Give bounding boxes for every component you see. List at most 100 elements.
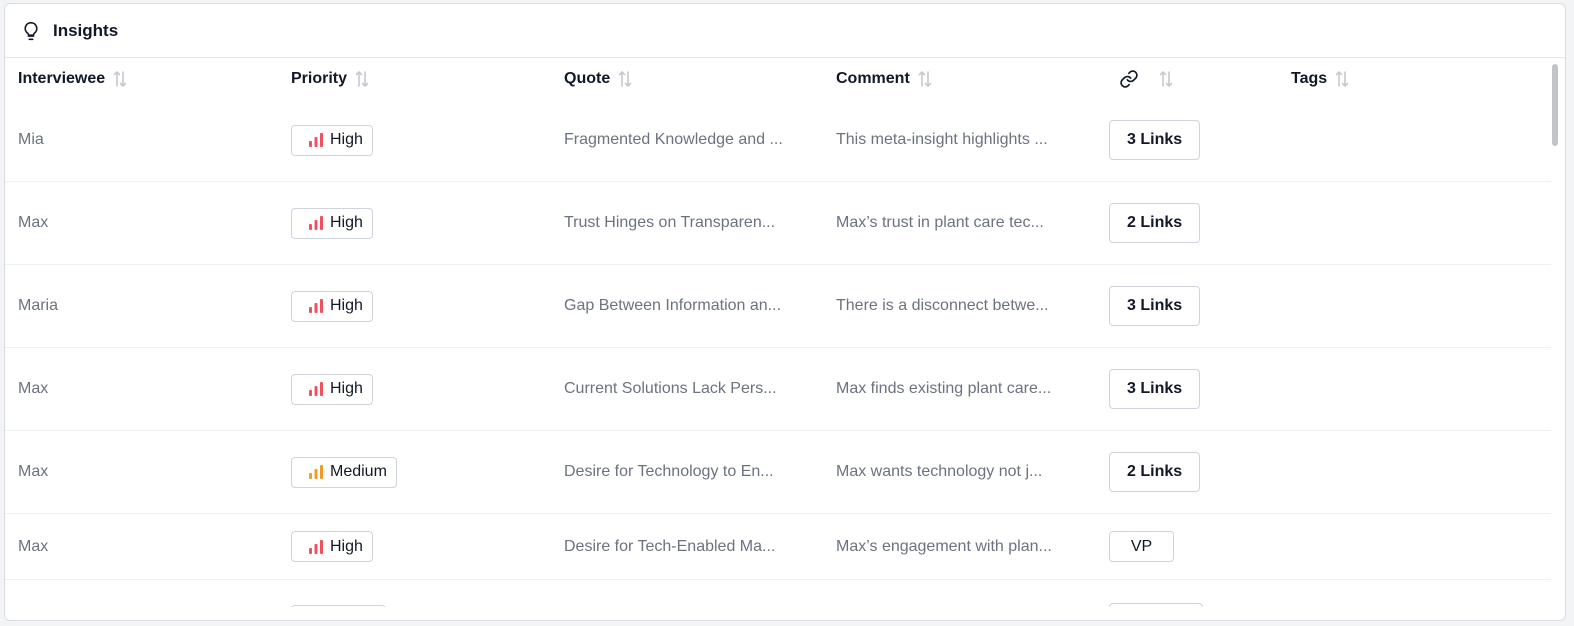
column-header-interviewee[interactable]: Interviewee	[18, 59, 127, 99]
quote-cell[interactable]: Desire for Tech-Enabled Ma...	[564, 514, 775, 579]
interviewee-cell: Max	[18, 182, 48, 264]
priority-cell: High	[291, 99, 373, 181]
links-button[interactable]: 3 Links	[1109, 369, 1201, 409]
comment-cell[interactable]: Max’s engagement with plan...	[836, 514, 1052, 579]
links-cell: 2 Links	[1109, 431, 1201, 513]
comment-cell[interactable]: This meta-insight highlights ...	[836, 99, 1048, 181]
quote-cell[interactable]: Fragmented Knowledge and ...	[564, 99, 783, 181]
insights-panel: Insights Interviewee Priority Quote Comm…	[4, 3, 1566, 621]
sort-icon[interactable]	[1159, 70, 1173, 88]
priority-badge[interactable]: High	[291, 373, 373, 405]
sort-icon[interactable]	[618, 70, 632, 88]
comment-text: There is a disconnect betwe...	[836, 297, 1049, 314]
links-cell: VP	[1109, 514, 1174, 579]
links-cell: 3 Links	[1109, 99, 1201, 181]
quote-text: Gap Between Information an...	[564, 297, 782, 314]
table-row[interactable]: Maria High Gap Between Information an... Th…	[5, 265, 1551, 348]
priority-bars-icon	[308, 464, 324, 480]
insights-table: Interviewee Priority Quote Comment Tags …	[5, 59, 1551, 607]
links-button[interactable]: 2 Links	[1109, 203, 1201, 243]
priority-cell: High	[291, 348, 373, 430]
partial-links-button	[1109, 603, 1203, 607]
interviewee-name: Mia	[18, 131, 44, 148]
quote-text: Current Solutions Lack Pers...	[564, 380, 777, 397]
priority-cell: High	[291, 265, 373, 347]
priority-label: High	[330, 131, 363, 148]
priority-bars-icon	[308, 539, 324, 555]
comment-text: This meta-insight highlights ...	[836, 131, 1048, 148]
priority-label: Medium	[330, 463, 387, 480]
column-header-priority[interactable]: Priority	[291, 59, 369, 99]
comment-cell[interactable]: Max wants technology not j...	[836, 431, 1042, 513]
column-header-quote[interactable]: Quote	[564, 59, 632, 99]
table-row[interactable]: Max Medium Desire for Technology to En... M…	[5, 431, 1551, 514]
quote-cell[interactable]: Desire for Technology to En...	[564, 431, 774, 513]
column-label: Comment	[836, 70, 910, 87]
comment-cell[interactable]: There is a disconnect betwe...	[836, 265, 1049, 347]
interviewee-name: Max	[18, 214, 49, 231]
priority-label: High	[330, 214, 363, 231]
links-cell: 3 Links	[1109, 348, 1201, 430]
priority-cell: High	[291, 514, 373, 579]
column-label: Interviewee	[18, 70, 106, 87]
interviewee-cell: Max	[18, 431, 48, 513]
priority-badge[interactable]: High	[291, 290, 373, 322]
comment-cell[interactable]: Max’s trust in plant care tec...	[836, 182, 1044, 264]
priority-label: High	[330, 537, 363, 555]
column-header-comment[interactable]: Comment	[836, 59, 932, 99]
links-cell: 2 Links	[1109, 182, 1201, 264]
quote-cell[interactable]: Gap Between Information an...	[564, 265, 781, 347]
table-row[interactable]: Max High Current Solutions Lack Pers... Max…	[5, 348, 1551, 431]
table-row[interactable]: Max High Desire for Tech-Enabled Ma... Max’…	[5, 514, 1551, 580]
sort-icon[interactable]	[1335, 70, 1349, 88]
priority-cell: Medium	[291, 431, 397, 513]
priority-bars-icon	[308, 298, 324, 314]
sort-icon[interactable]	[355, 70, 369, 88]
quote-text: Desire for Tech-Enabled Ma...	[564, 537, 776, 555]
quote-text: Trust Hinges on Transparen...	[564, 214, 776, 231]
interviewee-name: Max	[18, 380, 49, 397]
comment-text: Max finds existing plant care...	[836, 380, 1052, 397]
quote-cell[interactable]: Trust Hinges on Transparen...	[564, 182, 775, 264]
table-row[interactable]: Max High Trust Hinges on Transparen... Max’…	[5, 182, 1551, 265]
interviewee-name: Maria	[18, 297, 59, 314]
priority-bars-icon	[308, 132, 324, 148]
vertical-scrollbar[interactable]	[1552, 64, 1558, 146]
lightbulb-icon	[21, 21, 41, 41]
priority-label: High	[330, 380, 363, 397]
column-label: Quote	[564, 70, 611, 87]
links-button[interactable]: 3 Links	[1109, 120, 1201, 160]
sort-icon[interactable]	[918, 70, 932, 88]
quote-text: Fragmented Knowledge and ...	[564, 131, 783, 148]
priority-badge[interactable]: High	[291, 531, 373, 562]
links-cell: 3 Links	[1109, 265, 1201, 347]
priority-bars-icon	[308, 215, 324, 231]
interviewee-cell: Max	[18, 514, 48, 579]
table-header: Interviewee Priority Quote Comment Tags	[5, 59, 1551, 99]
priority-cell: High	[291, 182, 373, 264]
priority-badge[interactable]: High	[291, 207, 373, 239]
comment-text: Max’s engagement with plan...	[836, 537, 1052, 555]
vp-tag-button[interactable]: VP	[1109, 531, 1174, 562]
column-header-links[interactable]	[1119, 59, 1173, 99]
priority-badge[interactable]: Medium	[291, 456, 397, 488]
panel-header: Insights	[5, 4, 1565, 58]
priority-badge[interactable]: High	[291, 124, 373, 156]
link-icon	[1119, 69, 1139, 89]
comment-cell[interactable]: Max finds existing plant care...	[836, 348, 1051, 430]
column-header-tags[interactable]: Tags	[1291, 59, 1349, 99]
quote-text: Desire for Technology to En...	[564, 463, 774, 480]
interviewee-cell: Maria	[18, 265, 58, 347]
priority-label: High	[330, 297, 363, 314]
column-label: Priority	[291, 70, 348, 87]
panel-title: Insights	[53, 20, 119, 40]
sort-icon[interactable]	[113, 70, 127, 88]
interviewee-cell: Mia	[18, 99, 44, 181]
quote-cell[interactable]: Current Solutions Lack Pers...	[564, 348, 777, 430]
table-row[interactable]: Mia High Fragmented Knowledge and ... This …	[5, 99, 1551, 182]
interviewee-cell: Max	[18, 348, 48, 430]
links-button[interactable]: 2 Links	[1109, 452, 1201, 492]
interviewee-name: Max	[18, 463, 49, 480]
links-button[interactable]: 3 Links	[1109, 286, 1201, 326]
comment-text: Max wants technology not j...	[836, 463, 1043, 480]
